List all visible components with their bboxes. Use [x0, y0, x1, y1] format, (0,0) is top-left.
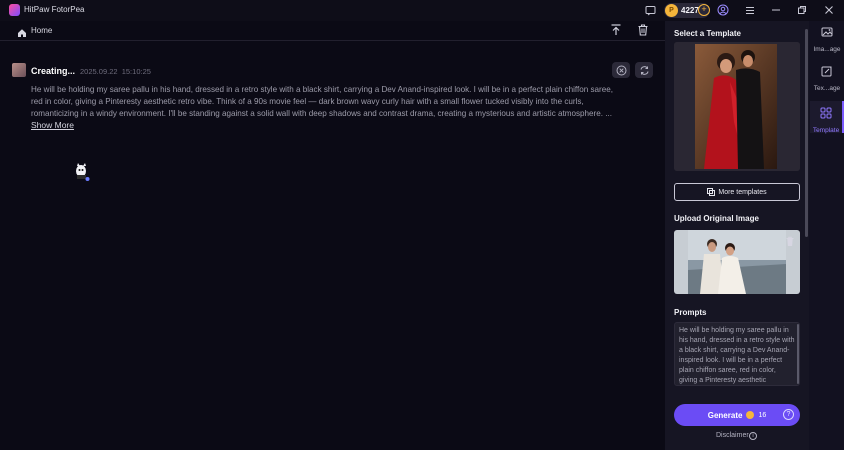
- prompt-scrollbar[interactable]: [797, 324, 799, 384]
- generate-label: Generate: [707, 410, 743, 420]
- refresh-icon: [640, 65, 648, 75]
- uploaded-image[interactable]: [674, 230, 800, 294]
- restore-icon[interactable]: [795, 3, 809, 17]
- rail-label-text: Tex...age: [813, 85, 841, 92]
- trash-icon[interactable]: [636, 23, 650, 37]
- cancel-generation-button[interactable]: [612, 62, 630, 78]
- menu-icon[interactable]: [743, 3, 757, 17]
- prompt-line: red in color, giving a Pinteresty aesthe…: [31, 97, 584, 106]
- upload-title: Upload Original Image: [674, 214, 759, 223]
- coin-icon: [746, 411, 755, 419]
- home-link[interactable]: Home: [31, 26, 52, 35]
- close-icon[interactable]: [822, 3, 836, 17]
- panel-scrollbar[interactable]: [805, 29, 808, 237]
- info-icon[interactable]: i: [749, 432, 757, 440]
- loading-mascot-icon: [73, 162, 91, 182]
- timestamp: 2025.09.22 15:10:25: [80, 67, 151, 76]
- home-icon[interactable]: [17, 25, 27, 37]
- select-template-title: Select a Template: [674, 29, 741, 38]
- templates-icon: [707, 188, 716, 196]
- account-icon[interactable]: [716, 3, 730, 17]
- app-logo-icon: [9, 4, 20, 16]
- cancel-icon: [616, 65, 626, 75]
- timestamp-date: 2025.09.22: [80, 67, 118, 76]
- uploaded-photo: [674, 230, 800, 294]
- export-icon[interactable]: [609, 23, 623, 37]
- template-preview[interactable]: [674, 42, 800, 171]
- image-icon: [821, 27, 833, 37]
- rail-item-text-to-image[interactable]: Tex...age: [810, 64, 844, 94]
- prompt-line: He will be holding my saree pallu in his…: [31, 85, 613, 94]
- disclaimer-link[interactable]: Disclaimer: [716, 432, 749, 439]
- feedback-icon[interactable]: [643, 3, 657, 17]
- prompt-textarea[interactable]: He will be holding my saree pallu in his…: [674, 322, 800, 386]
- add-credits-icon[interactable]: +: [698, 4, 710, 16]
- template-image: [674, 42, 800, 171]
- rail-item-template[interactable]: Template: [810, 101, 844, 134]
- coin-icon: P: [665, 4, 678, 17]
- credits-value: 4227: [681, 6, 699, 15]
- prompt-text: He will be holding my saree pallu in his…: [31, 84, 653, 120]
- sub-header: Home: [0, 21, 665, 41]
- help-icon[interactable]: ?: [783, 409, 794, 420]
- status-label: Creating...: [31, 66, 76, 76]
- rail-label-template: Template: [812, 127, 840, 134]
- template-grid-icon: [820, 107, 832, 119]
- title-bar: HitPaw FotorPea P 4227 +: [0, 0, 844, 21]
- rail-label-image: Ima...age: [813, 46, 841, 53]
- prompts-title: Prompts: [674, 308, 707, 317]
- prompt-textarea-text: He will be holding my saree pallu in his…: [679, 327, 795, 384]
- show-more-link[interactable]: Show More: [31, 120, 74, 130]
- rail-item-image-to-image[interactable]: Ima...age: [810, 25, 844, 55]
- generate-button[interactable]: Generate 16: [674, 404, 800, 426]
- avatar: [12, 63, 26, 77]
- minimize-icon[interactable]: [769, 3, 783, 17]
- timestamp-time: 15:10:25: [121, 67, 151, 76]
- delete-upload-icon[interactable]: [785, 234, 795, 246]
- more-templates-button[interactable]: More templates: [674, 183, 800, 201]
- app-title: HitPaw FotorPea: [24, 5, 85, 14]
- prompt-line: romanticizing in a windy environment. I'…: [31, 109, 612, 118]
- generate-cost: 16: [758, 411, 767, 419]
- edit-image-icon: [821, 66, 832, 77]
- more-templates-label: More templates: [718, 188, 767, 196]
- regenerate-button[interactable]: [635, 62, 653, 78]
